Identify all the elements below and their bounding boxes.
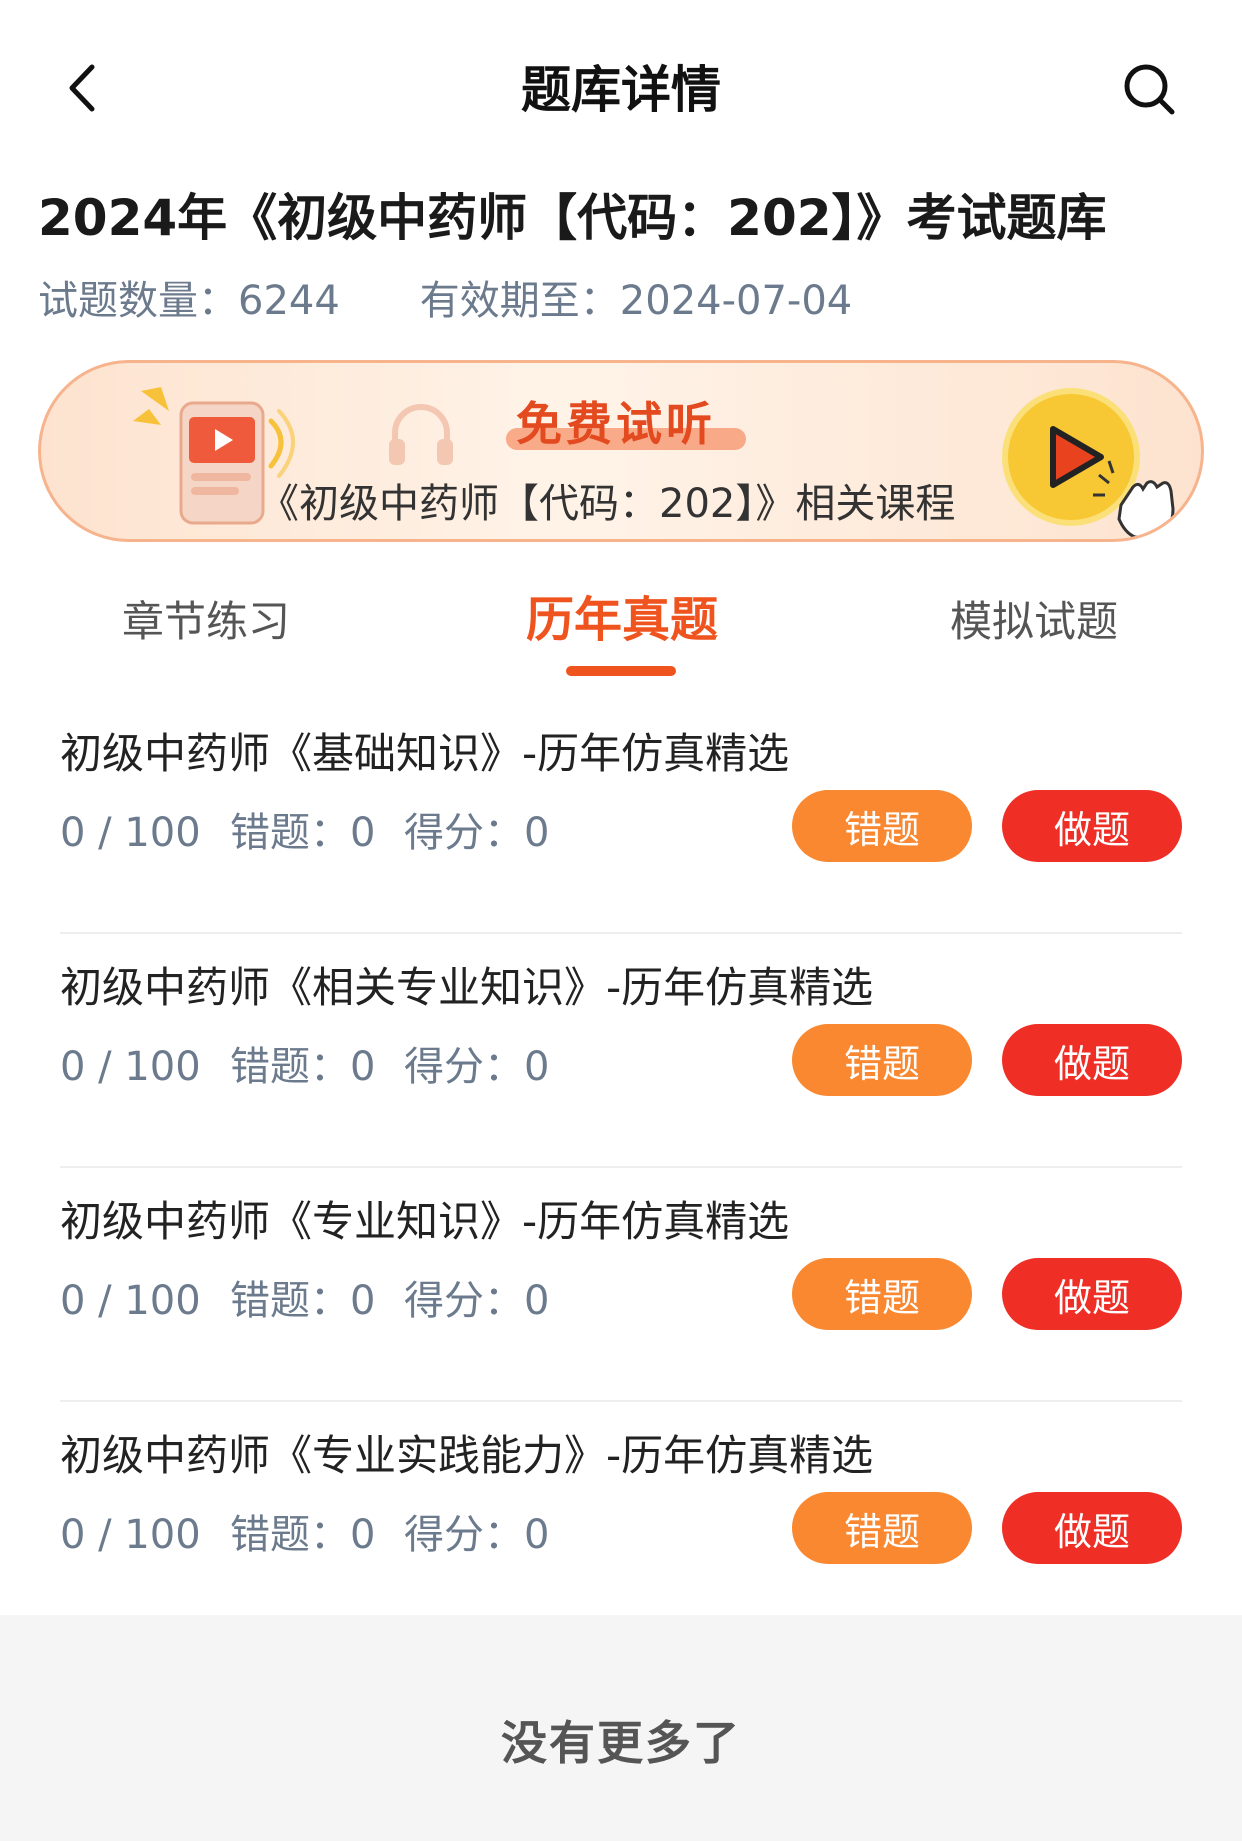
item-stats: 0 / 100 错题：0 得分：0 [60,1502,549,1560]
tab-past-exams[interactable]: 历年真题 [526,580,718,650]
item-score-stat: 得分：0 [404,1268,549,1326]
free-label: 免费试听 [516,397,716,451]
item-score-stat: 得分：0 [404,1034,549,1092]
tab-bar: 章节练习 历年真题 模拟试题 [0,580,1242,680]
item-stats: 0 / 100 错题：0 得分：0 [60,1034,549,1092]
score-value: 0 [524,1044,550,1090]
item-score-stat: 得分：0 [404,800,549,858]
start-practice-button[interactable]: 做题 [1002,1492,1182,1564]
score-label: 得分： [404,1278,524,1324]
item-title: 初级中药师《专业知识》-历年仿真精选 [60,1197,790,1246]
score-label: 得分： [404,1044,524,1090]
search-icon [1124,64,1175,115]
item-progress: 0 / 100 [60,1512,201,1558]
tab-mock-exams[interactable]: 模拟试题 [950,588,1118,649]
score-value: 0 [524,1512,550,1558]
valid-until: 2024-07-04 [619,278,853,324]
item-title: 初级中药师《基础知识》-历年仿真精选 [60,729,790,778]
item-stats: 0 / 100 错题：0 得分：0 [60,1268,549,1326]
top-nav-bar: 题库详情 [0,0,1242,170]
search-button[interactable] [1116,56,1182,122]
start-practice-button[interactable]: 做题 [1002,790,1182,862]
item-wrong-stat: 错题：0 [230,1268,404,1326]
list-item: 初级中药师《相关专业知识》-历年仿真精选 0 / 100 错题：0 得分：0 错题 … [0,934,1242,1168]
course-text: 《初级中药师【代码：202】》相关课程 [259,481,956,527]
list-item: 初级中药师《基础知识》-历年仿真精选 0 / 100 错题：0 得分：0 错题 做题 [0,700,1242,934]
wrong-label: 错题： [230,810,350,856]
item-progress: 0 / 100 [60,1278,201,1324]
wrong-count: 0 [350,810,376,856]
wrong-questions-button[interactable]: 错题 [792,1492,972,1564]
list-item: 初级中药师《专业知识》-历年仿真精选 0 / 100 错题：0 得分：0 错题 做题 [0,1168,1242,1402]
wrong-label: 错题： [230,1044,350,1090]
score-value: 0 [524,1278,550,1324]
wrong-label: 错题： [230,1512,350,1558]
item-stats: 0 / 100 错题：0 得分：0 [60,800,549,858]
item-progress: 0 / 100 [60,810,201,856]
tab-chapter-practice[interactable]: 章节练习 [122,588,290,649]
start-practice-button[interactable]: 做题 [1002,1024,1182,1096]
free-trial-banner[interactable]: 免费试听 《初级中药师【代码：202】》相关课程 [38,360,1204,542]
score-label: 得分： [404,1512,524,1558]
score-value: 0 [524,810,550,856]
headphone-icon [389,404,453,465]
list-item: 初级中药师《专业实践能力》-历年仿真精选 0 / 100 错题：0 得分：0 错题 … [0,1402,1242,1636]
item-wrong-stat: 错题：0 [230,1034,404,1092]
valid-until-label: 有效期至： [419,278,620,324]
bank-meta: 试题数量：6244 有效期至：2024-07-04 [38,268,852,326]
exam-list: 初级中药师《基础知识》-历年仿真精选 0 / 100 错题：0 得分：0 错题 做题… [0,700,1242,1636]
item-progress: 0 / 100 [60,1044,201,1090]
wrong-count: 0 [350,1278,376,1324]
item-wrong-stat: 错题：0 [230,1502,404,1560]
score-label: 得分： [404,810,524,856]
wrong-questions-button[interactable]: 错题 [792,1258,972,1330]
page-title: 题库详情 [521,61,721,119]
no-more-text: 没有更多了 [501,1716,741,1770]
item-title: 初级中药师《相关专业知识》-历年仿真精选 [60,963,874,1012]
wrong-count: 0 [350,1044,376,1090]
free-label-wrap: 免费试听 [506,388,780,458]
wrong-count: 0 [350,1512,376,1558]
wrong-label: 错题： [230,1278,350,1324]
wrong-questions-button[interactable]: 错题 [792,1024,972,1096]
active-tab-indicator [566,666,676,676]
wrong-questions-button[interactable]: 错题 [792,790,972,862]
item-title: 初级中药师《专业实践能力》-历年仿真精选 [60,1431,874,1480]
item-wrong-stat: 错题：0 [230,800,404,858]
list-footer: 没有更多了 [0,1615,1242,1841]
question-count-label: 试题数量： [38,278,238,324]
play-button-illustration[interactable] [1001,387,1201,542]
question-count: 6244 [238,278,340,324]
item-score-stat: 得分：0 [404,1502,549,1560]
bank-title: 2024年《初级中药师【代码：202】》考试题库 [38,189,1107,247]
start-practice-button[interactable]: 做题 [1002,1258,1182,1330]
